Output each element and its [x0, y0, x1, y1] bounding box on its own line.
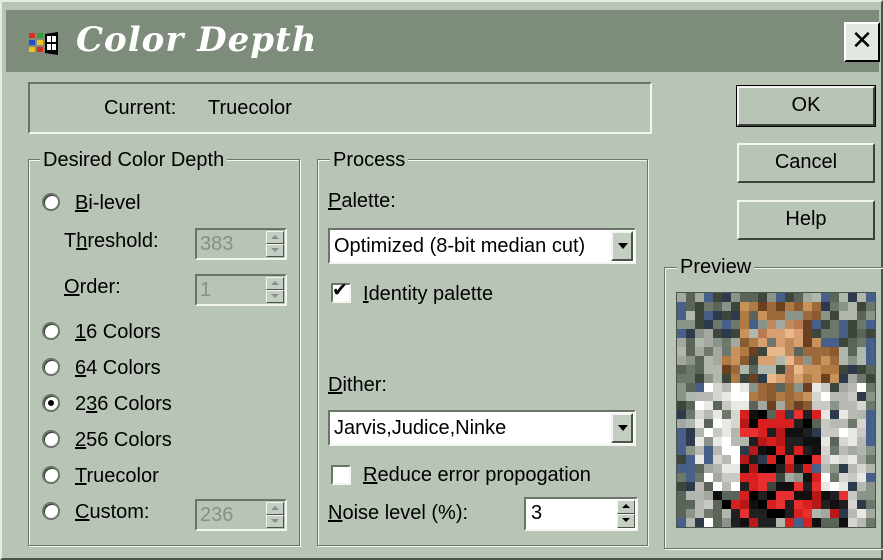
order-value: 1	[200, 279, 212, 301]
threshold-stepper[interactable]: 383	[195, 228, 287, 260]
radio-label-236-colors: 236 Colors	[75, 393, 172, 415]
checkmark-icon: ✔	[332, 279, 348, 301]
threshold-spin-buttons	[266, 231, 284, 257]
custom-colors-value: 236	[200, 504, 234, 526]
noise-level-label: Noise level (%):	[328, 502, 469, 524]
radio-16-colors[interactable]	[42, 322, 60, 340]
color-depth-dialog: Color Depth ✕ Current: Truecolor Desired…	[0, 0, 883, 560]
process-title: Process	[330, 149, 409, 172]
reduce-error-label: Reduce error propogation	[363, 464, 591, 486]
preview-image	[676, 292, 876, 528]
threshold-value: 383	[200, 233, 234, 255]
close-icon: ✕	[851, 26, 873, 56]
noise-up-button[interactable]	[617, 500, 635, 514]
radio-label-custom: Custom:	[75, 501, 150, 523]
threshold-down-button[interactable]	[266, 244, 284, 257]
ok-button[interactable]: OK	[736, 85, 876, 127]
dither-label: Dither:	[328, 374, 387, 396]
radio-bi-level[interactable]	[42, 193, 60, 211]
noise-level-stepper[interactable]: 3	[524, 497, 638, 531]
dither-dropdown[interactable]: Jarvis,Judice,Ninke	[328, 410, 636, 446]
noise-spin-buttons	[617, 500, 635, 528]
dialog-title: Color Depth	[76, 20, 318, 60]
order-label: Order:	[64, 276, 121, 298]
close-button[interactable]: ✕	[844, 22, 880, 62]
custom-spin-buttons	[266, 502, 284, 528]
radio-64-colors[interactable]	[42, 358, 60, 376]
current-label: Current:	[104, 97, 177, 119]
custom-colors-stepper[interactable]: 236	[195, 499, 287, 531]
cancel-button[interactable]: Cancel	[737, 143, 875, 183]
custom-down-button[interactable]	[266, 515, 284, 528]
identity-palette-label: Identity palette	[363, 283, 494, 305]
radio-label-256-colors: 256 Colors	[75, 429, 172, 451]
current-value: Truecolor	[208, 97, 292, 119]
order-spin-buttons	[266, 277, 284, 303]
palette-dropdown-button[interactable]	[611, 231, 633, 261]
radio-truecolor[interactable]	[42, 466, 60, 484]
reduce-error-checkbox[interactable]	[331, 465, 351, 485]
palette-label: Palette:	[328, 190, 396, 212]
radio-custom[interactable]	[42, 502, 60, 520]
mnemonic-b: B	[75, 192, 89, 214]
radio-label-64-colors: 64 Colors	[75, 357, 161, 379]
desired-depth-group	[28, 159, 300, 546]
palette-value: Optimized (8-bit median cut)	[334, 235, 586, 257]
noise-level-value: 3	[531, 502, 543, 524]
palette-dropdown[interactable]: Optimized (8-bit median cut)	[328, 228, 636, 264]
noise-down-button[interactable]	[617, 514, 635, 528]
radio-256-colors[interactable]	[42, 430, 60, 448]
order-up-button[interactable]	[266, 277, 284, 290]
custom-up-button[interactable]	[266, 502, 284, 515]
radio-label-truecolor: Truecolor	[75, 465, 159, 487]
radio-label-16-colors: 16 Colors	[75, 321, 161, 343]
process-group	[317, 159, 648, 546]
dithered-photo-preview	[677, 293, 875, 527]
preview-title: Preview	[677, 256, 755, 279]
dither-dropdown-button[interactable]	[611, 413, 633, 443]
threshold-label: Threshold:	[64, 230, 159, 252]
title-bar[interactable]: Color Depth	[6, 10, 879, 72]
threshold-up-button[interactable]	[266, 231, 284, 244]
desired-depth-title: Desired Color Depth	[40, 149, 228, 172]
dither-value: Jarvis,Judice,Ninke	[334, 417, 507, 439]
radio-236-colors[interactable]	[42, 394, 60, 412]
identity-palette-checkbox[interactable]: ✔	[331, 279, 351, 303]
help-button[interactable]: Help	[737, 200, 875, 240]
order-down-button[interactable]	[266, 290, 284, 303]
order-stepper[interactable]: 1	[195, 274, 287, 306]
windows-flag-icon	[29, 32, 58, 55]
radio-label-bi-level: Bi-level	[75, 192, 141, 214]
